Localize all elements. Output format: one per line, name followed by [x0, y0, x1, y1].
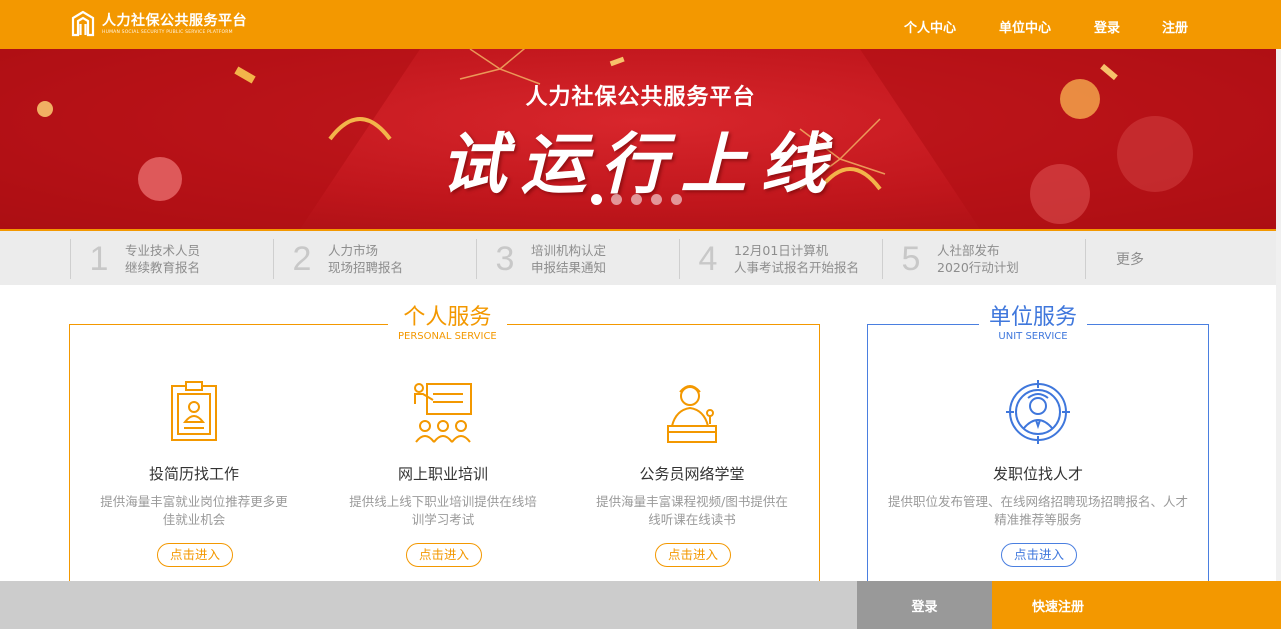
- unit-service-panel: 单位服务 UNIT SERVICE 发职位找人才 提供职位发布管理、在线网络招聘…: [867, 305, 1209, 594]
- personal-service-heading: 个人服务 PERSONAL SERVICE: [388, 305, 507, 343]
- nav-unit-center[interactable]: 单位中心: [999, 17, 1051, 36]
- service-title: 公务员网络学堂: [639, 465, 745, 483]
- service-title: 发职位找人才: [992, 465, 1083, 483]
- carousel-dot[interactable]: [651, 194, 662, 205]
- carousel-dot[interactable]: [631, 194, 642, 205]
- unit-service-subtitle: UNIT SERVICE: [998, 331, 1068, 342]
- carousel-dot[interactable]: [611, 194, 622, 205]
- enter-resume-job-button[interactable]: 点击进入: [157, 543, 233, 567]
- unit-service-title: 单位服务: [989, 305, 1078, 330]
- logo-title: 人力社保公共服务平台: [102, 12, 247, 29]
- banner-title: 人力社保公共服务平台: [525, 85, 756, 110]
- notice-line2: 申报结果通知: [531, 260, 607, 275]
- nav-personal-center[interactable]: 个人中心: [904, 17, 956, 36]
- service-post-job: 发职位找人才 提供职位发布管理、在线网络招聘现场招聘报名、人才精准推荐等服务: [868, 380, 1208, 529]
- logo-subtitle: HUMAN SOCIAL SECURITY PUBLIC SERVICE PLA…: [102, 29, 233, 35]
- bottom-login-button[interactable]: 登录: [857, 581, 992, 629]
- enter-civil-servant-academy-button[interactable]: 点击进入: [655, 543, 731, 567]
- notice-number: 3: [495, 239, 515, 278]
- service-civil-servant-academy: 公务员网络学堂 提供海量丰富课程视频/图书提供在线听课在线读书: [582, 380, 802, 529]
- enter-post-job-button[interactable]: 点击进入: [1001, 543, 1077, 567]
- notice-item[interactable]: 1 专业技术人员 继续教育报名: [70, 239, 200, 279]
- unit-service-heading: 单位服务 UNIT SERVICE: [979, 305, 1088, 343]
- notice-item[interactable]: 3 培训机构认定 申报结果通知: [476, 239, 606, 279]
- service-description: 提供职位发布管理、在线网络招聘现场招聘报名、人才精准推荐等服务: [887, 494, 1188, 527]
- service-description: 提供海量丰富就业岗位推荐更多更佳就业机会: [100, 494, 288, 527]
- notice-number: 5: [901, 239, 921, 278]
- notice-line2: 人事考试报名开始报名: [734, 260, 860, 275]
- page-edge: [1276, 49, 1281, 581]
- personal-service-title: 个人服务: [403, 305, 492, 330]
- speaker-podium-icon: [667, 385, 717, 443]
- notice-strip: 1 专业技术人员 继续教育报名 2 人力市场现场招聘报名 3 培训机构认定 申报结果…: [0, 229, 1281, 285]
- service-resume-job: 投简历找工作 提供海量丰富就业岗位推荐更多更佳就业机会: [84, 380, 304, 529]
- top-header: 人力社保公共服务平台 HUMAN SOCIAL SECURITY PUBLIC …: [0, 0, 1281, 49]
- banner-headline: 试运行上线: [440, 125, 841, 203]
- service-title: 网上职业培训: [397, 465, 488, 483]
- personal-service-subtitle: PERSONAL SERVICE: [398, 331, 497, 342]
- notice-number: 4: [698, 239, 718, 278]
- personal-service-panel: 个人服务 PERSONAL SERVICE 投简历找工作 提供海量丰富就业岗位推…: [69, 305, 820, 594]
- notice-item[interactable]: 2 人力市场现场招聘报名: [273, 239, 403, 279]
- hero-banner[interactable]: 人力社保公共服务平台 试运行上线: [0, 49, 1281, 229]
- logo-mark-icon: [71, 10, 95, 37]
- carousel-dot[interactable]: [671, 194, 682, 205]
- notice-line2: 继续教育报名: [125, 260, 201, 275]
- notice-item[interactable]: 5 人社部发布 2020行动计划: [882, 239, 1019, 279]
- site-logo[interactable]: 人力社保公共服务平台 HUMAN SOCIAL SECURITY PUBLIC …: [70, 10, 247, 38]
- training-classroom-icon: [414, 383, 472, 443]
- notice-line1: 人社部发布: [937, 243, 1000, 258]
- notice-line2: 现场招聘报名: [328, 260, 404, 275]
- notice-number: 2: [292, 239, 312, 278]
- nav-login[interactable]: 登录: [1094, 17, 1120, 36]
- service-title: 投简历找工作: [148, 465, 239, 483]
- carousel-dots: [591, 194, 682, 205]
- quick-register-button[interactable]: 快速注册: [992, 581, 1281, 629]
- service-description: 提供海量丰富课程视频/图书提供在线听课在线读书: [596, 494, 788, 527]
- target-person-icon: [1006, 380, 1070, 444]
- bottom-action-bar: 登录 快速注册: [0, 581, 1281, 629]
- notice-number: 1: [89, 239, 109, 278]
- service-description: 提供线上线下职业培训提供在线培训学习考试: [349, 494, 537, 527]
- service-online-training: 网上职业培训 提供线上线下职业培训提供在线培训学习考试: [333, 380, 553, 529]
- enter-online-training-button[interactable]: 点击进入: [406, 543, 482, 567]
- resume-clipboard-icon: [171, 381, 217, 441]
- carousel-dot[interactable]: [591, 194, 602, 205]
- nav-register[interactable]: 注册: [1162, 17, 1188, 36]
- notice-line1: 人力市场: [328, 243, 379, 258]
- more-notices-link[interactable]: 更多: [1085, 239, 1144, 279]
- notice-line1: 专业技术人员: [125, 243, 201, 258]
- notice-line1: 培训机构认定: [531, 243, 607, 258]
- notice-item[interactable]: 4 12月01日计算机人事考试报名开始报名: [679, 239, 859, 279]
- notice-line2: 2020行动计划: [937, 260, 1019, 275]
- notice-line1: 12月01日计算机: [734, 243, 829, 258]
